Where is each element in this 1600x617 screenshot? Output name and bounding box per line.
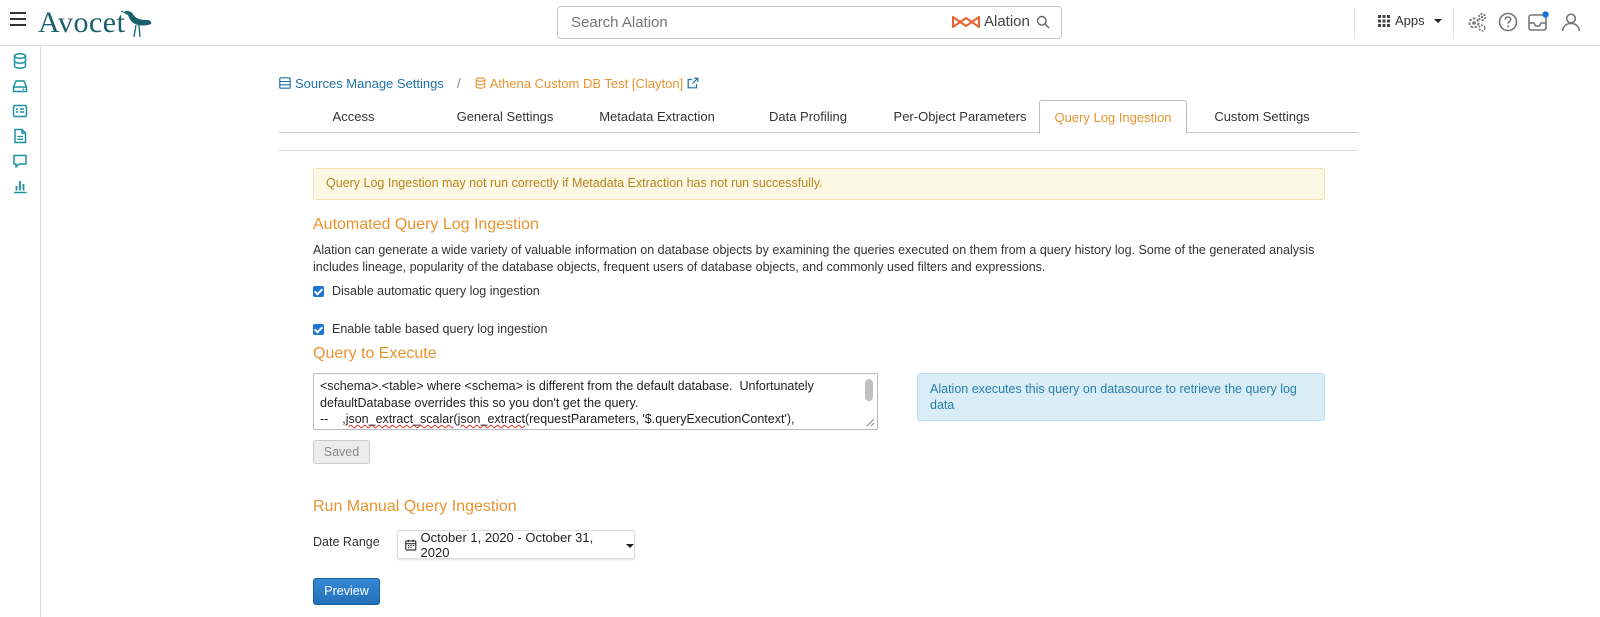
query-line: defaultDatabase overrides this so you do… — [320, 395, 639, 410]
topbar-divider — [1354, 8, 1355, 38]
query-to-execute-heading: Query to Execute — [313, 345, 437, 362]
date-range-picker[interactable]: October 1, 2020 - October 31, 2020 — [397, 529, 635, 560]
breadcrumb: Sources Manage Settings / Athena Custom … — [279, 74, 699, 92]
global-search-box[interactable]: Alation — [557, 6, 1062, 39]
apps-label: Apps — [1395, 13, 1425, 28]
resize-handle-icon[interactable] — [865, 417, 875, 427]
tab-per-object-parameters[interactable]: Per-Object Parameters — [884, 100, 1036, 133]
search-brand: Alation — [952, 13, 1030, 30]
query-info-alert: Alation executes this query on datasourc… — [917, 373, 1325, 421]
conversation-icon[interactable] — [11, 152, 29, 170]
breadcrumb-separator: / — [456, 75, 461, 91]
admin-gears-icon[interactable] — [1466, 11, 1488, 33]
datasource-icon — [279, 77, 291, 89]
preview-button[interactable]: Preview — [313, 578, 380, 605]
calendar-icon — [405, 539, 417, 551]
disable-automatic-ingestion-row: Disable automatic query log ingestion — [313, 284, 540, 298]
query-line: -- ,json_extract_scalar(json_extract(req… — [320, 411, 851, 428]
help-icon[interactable] — [1497, 11, 1519, 33]
left-navigation-rail — [0, 46, 41, 617]
section-divider — [279, 150, 1358, 151]
search-brand-label: Alation — [984, 13, 1030, 30]
external-link-icon[interactable] — [687, 77, 699, 89]
query-text: (requestParameters, '$.queryExecutionCon… — [524, 412, 795, 426]
manual-ingestion-heading: Run Manual Query Ingestion — [313, 498, 517, 515]
breadcrumb-current-label: Athena Custom DB Test [Clayton] — [489, 75, 684, 91]
breadcrumb-parent-label: Sources Manage Settings — [295, 75, 444, 91]
tab-general-settings[interactable]: General Settings — [428, 100, 582, 133]
disable-automatic-ingestion-checkbox[interactable] — [313, 285, 324, 297]
catalog-icon[interactable] — [11, 102, 29, 120]
app-logo[interactable]: Avocet — [38, 6, 155, 40]
document-icon[interactable] — [11, 127, 29, 145]
query-text-spellcheck: json_extract — [457, 412, 525, 426]
chart-icon[interactable] — [11, 177, 29, 195]
settings-tabs: Access General Settings Metadata Extract… — [279, 100, 1358, 134]
breadcrumb-datasource-link[interactable]: Athena Custom DB Test [Clayton] — [475, 76, 699, 91]
date-range-label: Date Range — [313, 535, 380, 549]
inbox-notifications-icon[interactable] — [1527, 11, 1549, 33]
automated-ingestion-description: Alation can generate a wide variety of v… — [313, 243, 1315, 274]
query-scrollbar-thumb[interactable] — [865, 379, 873, 401]
query-text: -- , — [320, 412, 346, 426]
warning-alert: Query Log Ingestion may not run correctl… — [313, 168, 1325, 200]
apps-grid-icon — [1378, 14, 1390, 27]
user-profile-icon[interactable] — [1560, 11, 1582, 33]
query-text-spellcheck: json_extract_scalar — [345, 412, 454, 426]
tab-data-profiling[interactable]: Data Profiling — [732, 100, 884, 133]
tab-query-log-ingestion[interactable]: Query Log Ingestion — [1039, 100, 1187, 134]
search-input[interactable] — [571, 14, 871, 31]
enable-table-ingestion-row: Enable table based query log ingestion — [313, 322, 547, 336]
tab-custom-settings[interactable]: Custom Settings — [1187, 100, 1337, 133]
tab-metadata-extraction[interactable]: Metadata Extraction — [582, 100, 732, 133]
query-line: <schema>.<table> where <schema> is diffe… — [320, 379, 814, 393]
chevron-down-icon — [1433, 19, 1442, 23]
saved-button[interactable]: Saved — [313, 440, 370, 464]
tab-access[interactable]: Access — [279, 100, 428, 133]
disable-automatic-ingestion-label: Disable automatic query log ingestion — [332, 284, 540, 298]
query-textarea[interactable]: <schema>.<table> where <schema> is diffe… — [313, 373, 878, 430]
automated-ingestion-heading: Automated Query Log Ingestion — [313, 216, 539, 233]
hamburger-menu-icon[interactable] — [10, 12, 26, 26]
enable-table-ingestion-label: Enable table based query log ingestion — [332, 322, 548, 336]
date-range-value: October 1, 2020 - October 31, 2020 — [420, 529, 594, 560]
database-icon[interactable] — [11, 52, 29, 70]
search-icon[interactable] — [1036, 15, 1050, 29]
topbar-divider — [1453, 8, 1454, 38]
avocet-bird-icon — [121, 10, 152, 38]
chevron-down-icon — [626, 544, 634, 548]
breadcrumb-sources-link[interactable]: Sources Manage Settings — [279, 76, 444, 91]
alation-bowtie-icon — [952, 15, 980, 28]
logo-text: Avocet — [38, 6, 126, 39]
database-icon — [475, 77, 486, 89]
apps-menu-button[interactable]: Apps — [1378, 13, 1442, 28]
enable-table-ingestion-checkbox[interactable] — [313, 323, 324, 335]
query-info-text: Alation executes this query on datasourc… — [930, 382, 1297, 412]
top-navigation-bar: Avocet Alation Apps — [0, 0, 1600, 46]
storage-icon[interactable] — [11, 77, 29, 95]
